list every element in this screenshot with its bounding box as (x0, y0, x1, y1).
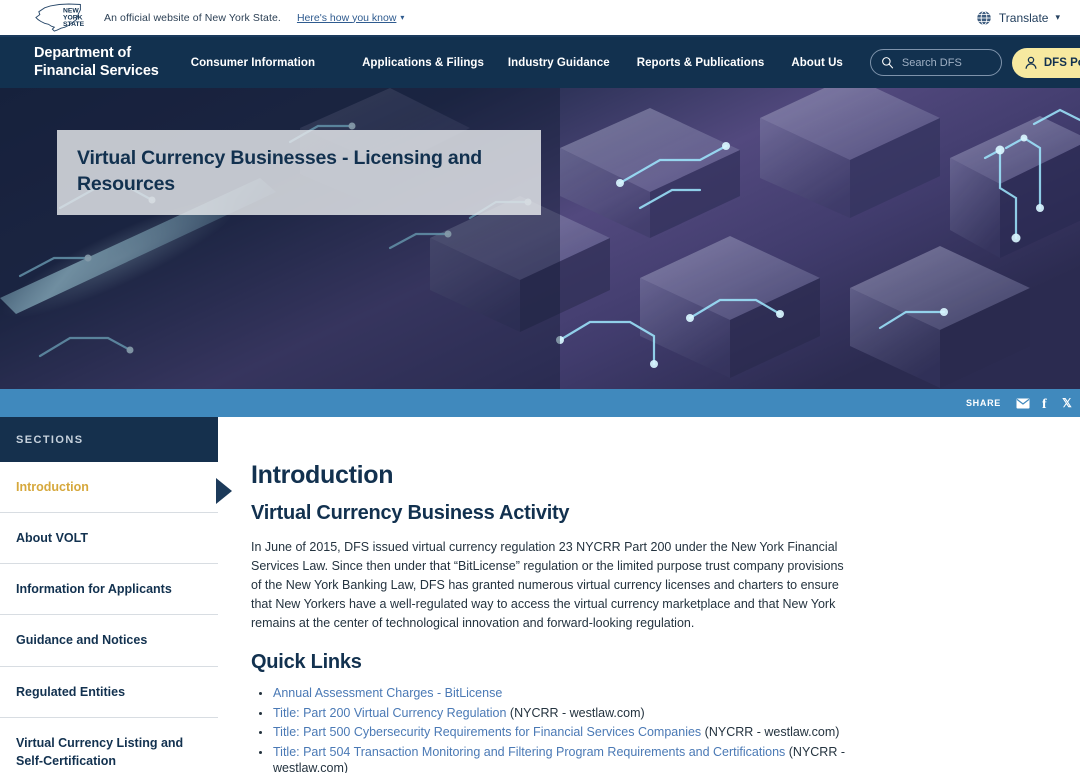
sidebar-item-label: Information for Applicants (16, 582, 172, 597)
dfs-brand-logo[interactable]: Department of Financial Services (34, 45, 159, 79)
sidebar-item-about-volt[interactable]: About VOLT (0, 513, 218, 565)
list-item: Title: Part 504 Transaction Monitoring a… (251, 744, 851, 773)
globe-icon (977, 10, 991, 25)
nav-item-industry-guidance[interactable]: Industry Guidance (508, 57, 637, 69)
nav-item-applications-filings[interactable]: Applications & Filings (362, 57, 508, 69)
email-icon[interactable] (1012, 392, 1034, 414)
brand-line-1: Department of (34, 45, 131, 62)
dfs-portal-button[interactable]: DFS Portal (1011, 47, 1080, 78)
list-item: Annual Assessment Charges - BitLicense (251, 685, 851, 702)
chevron-down-icon: ▾ (1055, 12, 1060, 22)
nav-item-reports-publications[interactable]: Reports & Publications (637, 57, 792, 69)
search-input[interactable]: Search DFS (869, 49, 1002, 76)
nav-item-consumer-information[interactable]: Consumer Information (191, 57, 342, 69)
sidebar-item-label: About VOLT (16, 531, 88, 546)
main-content: Introduction Virtual Currency Business A… (218, 417, 1080, 773)
sidebar-item-virtual-currency-listing-self-certification[interactable]: Virtual Currency Listing and Self-Certif… (0, 717, 218, 773)
translate-selector[interactable]: Translate ▾ (976, 10, 1066, 26)
official-site-tagline: An official website of New York State. (104, 11, 281, 24)
quick-link[interactable]: Title: Part 200 Virtual Currency Regulat… (273, 706, 506, 720)
nav-item-about-us[interactable]: About Us (791, 57, 870, 69)
sections-header-label: SECTIONS (16, 433, 84, 446)
quick-link[interactable]: Title: Part 500 Cybersecurity Requiremen… (273, 725, 701, 739)
sidebar-item-label: Virtual Currency Listing and Self-Certif… (16, 735, 184, 768)
share-bar: SHARE f 𝕏 (0, 389, 1080, 417)
nys-official-bar: NEW YORK STATE An official website of Ne… (0, 0, 1080, 37)
content-page-title: Introduction (251, 461, 394, 489)
search-placeholder: Search DFS (901, 56, 962, 69)
how-you-know-link[interactable]: Here's how you know (297, 12, 396, 24)
quick-link-suffix: (NYCRR - westlaw.com) (701, 725, 840, 739)
content-section-heading: Virtual Currency Business Activity (251, 502, 570, 524)
svg-text:YORK: YORK (63, 14, 83, 21)
sidebar-item-guidance-and-notices[interactable]: Guidance and Notices (0, 615, 218, 667)
active-section-arrow-icon (216, 478, 232, 504)
facebook-glyph: f (1042, 397, 1047, 410)
chevron-down-icon: ▾ (400, 13, 405, 22)
quick-link-suffix: (NYCRR - westlaw.com) (506, 705, 645, 720)
sections-header: SECTIONS (0, 417, 218, 462)
how-you-know-label: Here's how you know (296, 11, 397, 24)
share-label: SHARE (965, 398, 1001, 408)
dfs-portal-label: DFS Portal (1043, 56, 1080, 69)
list-item: Title: Part 500 Cybersecurity Requiremen… (251, 724, 851, 741)
facebook-icon[interactable]: f (1034, 392, 1056, 414)
svg-text:f: f (1042, 397, 1047, 410)
sections-sidebar: SECTIONS Introduction About VOLT Informa… (0, 417, 218, 773)
sidebar-item-information-for-applicants[interactable]: Information for Applicants (0, 564, 218, 616)
nav-links: Consumer Information Applications & Fili… (191, 57, 870, 69)
sidebar-item-introduction[interactable]: Introduction (0, 462, 218, 514)
sidebar-item-regulated-entities[interactable]: Regulated Entities (0, 666, 218, 718)
sidebar-item-label: Guidance and Notices (16, 633, 148, 648)
list-item: Title: Part 200 Virtual Currency Regulat… (251, 705, 851, 722)
content-paragraph: In June of 2015, DFS issued virtual curr… (251, 540, 844, 630)
svg-text:NEW: NEW (63, 7, 79, 14)
quick-links-list: Annual Assessment Charges - BitLicense T… (251, 685, 851, 773)
page-body: SECTIONS Introduction About VOLT Informa… (0, 417, 1080, 773)
search-icon (881, 57, 893, 69)
x-glyph: 𝕏 (1062, 396, 1072, 410)
user-icon (1025, 56, 1037, 69)
quick-links-heading: Quick Links (251, 651, 362, 673)
translate-label: Translate (998, 10, 1049, 25)
sidebar-item-label: Introduction (16, 480, 89, 494)
brand-line-2: Financial Services (34, 62, 159, 79)
x-twitter-icon[interactable]: 𝕏 (1056, 392, 1078, 414)
hero-title-box: Virtual Currency Businesses - Licensing … (57, 130, 541, 216)
new-york-state-logo[interactable]: NEW YORK STATE (34, 2, 92, 33)
quick-link[interactable]: Title: Part 504 Transaction Monitoring a… (273, 745, 785, 759)
envelope-glyph (1016, 398, 1030, 408)
quick-link[interactable]: Annual Assessment Charges - BitLicense (273, 686, 502, 700)
main-navigation-bar: Department of Financial Services Consume… (0, 37, 1080, 88)
page-title: Virtual Currency Businesses - Licensing … (77, 147, 483, 195)
sidebar-item-label: Regulated Entities (16, 684, 126, 699)
hero-banner: Virtual Currency Businesses - Licensing … (0, 88, 1080, 389)
svg-text:STATE: STATE (63, 21, 85, 28)
